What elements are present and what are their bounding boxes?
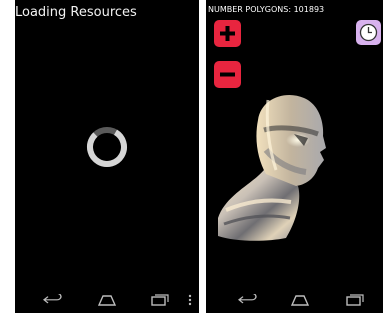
recents-icon[interactable] (341, 287, 369, 313)
plus-icon (220, 26, 235, 41)
navigation-bar (206, 287, 383, 313)
minus-icon (220, 72, 235, 77)
home-icon[interactable] (93, 287, 121, 313)
timer-button[interactable] (356, 20, 381, 45)
recents-icon[interactable] (146, 287, 174, 313)
back-icon[interactable] (39, 287, 67, 313)
polygon-count-label: NUMBER POLYGONS: 101893 (208, 5, 325, 14)
loading-title: Loading Resources (15, 5, 137, 20)
clock-icon (359, 23, 378, 42)
loading-spinner-icon (87, 127, 127, 167)
navigation-bar (15, 287, 199, 313)
menu-icon[interactable] (185, 287, 195, 313)
zoom-out-button[interactable] (214, 61, 241, 88)
back-icon[interactable] (234, 287, 262, 313)
3d-head-model[interactable] (206, 90, 383, 250)
viewer-screen: NUMBER POLYGONS: 101893 (206, 0, 383, 313)
home-icon[interactable] (286, 287, 314, 313)
loading-screen: Loading Resources (15, 0, 199, 313)
zoom-in-button[interactable] (214, 20, 241, 47)
